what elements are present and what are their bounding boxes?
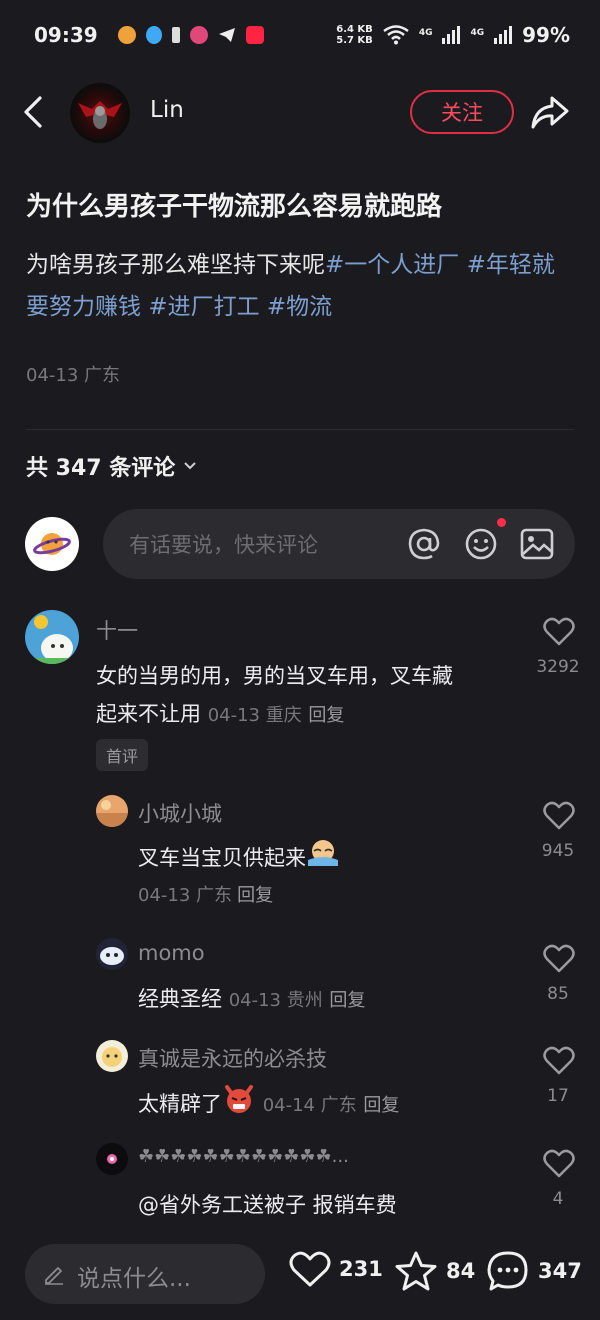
- star-icon: [395, 1251, 437, 1291]
- my-avatar: [25, 517, 79, 571]
- share-icon[interactable]: [530, 94, 570, 132]
- reply-button[interactable]: 回复: [237, 885, 273, 906]
- comment-count-label: 共 347 条评论: [26, 456, 176, 481]
- hashtag[interactable]: #物流: [267, 294, 332, 320]
- app-notification-icon: [117, 26, 136, 44]
- battery-saver-icon: [171, 27, 180, 43]
- bottom-comment-input[interactable]: 说点什么...: [25, 1244, 265, 1304]
- commenter-avatar[interactable]: [96, 1040, 128, 1072]
- like-button[interactable]: 231: [289, 1250, 383, 1288]
- comment-meta: 04-13 广东: [138, 885, 233, 906]
- like-count: 17: [547, 1086, 569, 1106]
- battery-level: 99%: [522, 23, 570, 47]
- commenter-name[interactable]: momo: [138, 941, 205, 965]
- comment-text: @省外务工送被子 报销车费: [138, 1193, 397, 1217]
- emoji-icon[interactable]: [463, 526, 499, 562]
- crying-emoji-icon: [306, 838, 340, 880]
- comment-input[interactable]: 有话要说，快来评论: [103, 509, 575, 579]
- heart-icon[interactable]: [543, 1148, 575, 1178]
- reply-button[interactable]: 回复: [329, 990, 365, 1011]
- post-body: 为啥男孩子那么难坚持下来呢#一个人进厂 #年轻就要努力赚钱 #进厂打工 #物流: [26, 244, 576, 328]
- hashtag[interactable]: #一个人进厂: [325, 252, 459, 278]
- qq-icon: [145, 26, 162, 44]
- back-arrow-icon[interactable]: [18, 94, 54, 130]
- pencil-icon: [45, 1267, 63, 1285]
- bottom-action-bar: 说点什么... 231 84 347: [0, 1226, 600, 1320]
- comment-meta: 04-14 广东: [262, 1095, 357, 1116]
- reply-button[interactable]: 回复: [308, 705, 344, 726]
- like-count: 3292: [536, 657, 580, 677]
- status-bar: 09:39 6.4 KB 5.7 KB 4G 4G 99%: [0, 0, 600, 70]
- comment-bubble-icon: [487, 1251, 528, 1291]
- post-body-text: 为啥男孩子那么难坚持下来呢: [26, 252, 325, 278]
- heart-icon[interactable]: [543, 800, 575, 830]
- like-count: 4: [552, 1189, 564, 1209]
- commenter-avatar[interactable]: [96, 938, 128, 970]
- network-type-1: 4G: [418, 28, 433, 38]
- comment-meta: 04-13 重庆: [207, 705, 302, 726]
- commenter-avatar[interactable]: [25, 610, 79, 664]
- like-total: 231: [339, 1257, 383, 1281]
- favorite-button[interactable]: 84: [394, 1250, 475, 1292]
- heart-icon: [289, 1251, 331, 1287]
- network-type-2: 4G: [470, 28, 485, 38]
- devil-emoji-icon: [222, 1083, 256, 1127]
- author-name[interactable]: Lin: [150, 97, 184, 123]
- wifi-icon: [383, 25, 409, 45]
- telegram-icon: [218, 26, 236, 44]
- divider: [26, 429, 574, 430]
- commenter-name[interactable]: ☘☘☘☘☘☘☘☘☘☘☘☘...: [138, 1146, 349, 1167]
- like-count: 85: [547, 984, 569, 1004]
- image-icon[interactable]: [519, 526, 555, 562]
- comment-text: 叉车当宝贝供起来: [138, 838, 518, 880]
- bottom-input-placeholder: 说点什么...: [77, 1266, 191, 1292]
- comment-text: 女的当男的用，男的当叉车用，叉车藏 起来不让用 04-13 重庆 回复: [96, 664, 453, 726]
- comment-text: 太精辟了 04-14 广东 回复: [138, 1083, 538, 1127]
- comment-meta: 04-13 贵州: [228, 990, 323, 1011]
- commenter-name[interactable]: 十一: [96, 615, 138, 645]
- chevron-down-icon: [184, 462, 196, 470]
- xiaohongshu-icon: [245, 26, 264, 44]
- post-title: 为什么男孩子干物流那么容易就跑路: [26, 192, 443, 222]
- favorite-total: 84: [446, 1259, 476, 1283]
- hashtag[interactable]: #进厂打工: [148, 294, 259, 320]
- commenter-avatar[interactable]: [96, 795, 128, 827]
- heart-icon[interactable]: [543, 943, 575, 973]
- post-header: Lin 关注: [0, 80, 600, 146]
- status-time: 09:39: [34, 23, 98, 47]
- heart-icon[interactable]: [543, 616, 575, 646]
- mention-icon[interactable]: [406, 526, 442, 562]
- commenter-name[interactable]: 小城小城: [138, 798, 222, 828]
- heart-icon[interactable]: [543, 1045, 575, 1075]
- follow-button[interactable]: 关注: [410, 90, 514, 134]
- commenter-avatar[interactable]: [96, 1143, 128, 1175]
- notification-dot: [497, 518, 506, 527]
- comment-total: 347: [538, 1259, 582, 1283]
- signal-icon-2: [494, 26, 513, 44]
- like-count: 945: [541, 841, 575, 861]
- comment-text: 经典圣经 04-13 贵州 回复: [138, 987, 366, 1011]
- app-badge-icon: [189, 26, 208, 44]
- author-avatar[interactable]: [70, 83, 130, 143]
- comment-count-sort[interactable]: 共 347 条评论: [26, 450, 197, 482]
- first-comment-badge: 首评: [96, 739, 148, 771]
- commenter-name[interactable]: 真诚是永远的必杀技: [138, 1043, 327, 1073]
- signal-icon: [442, 26, 461, 44]
- comment-button[interactable]: 347: [486, 1250, 582, 1292]
- comment-input-placeholder: 有话要说，快来评论: [129, 533, 318, 557]
- network-speed: 6.4 KB 5.7 KB: [336, 24, 373, 46]
- reply-button[interactable]: 回复: [363, 1095, 399, 1116]
- comment-meta-row: 04-13 广东 回复: [138, 881, 273, 907]
- post-date-location: 04-13 广东: [26, 365, 121, 386]
